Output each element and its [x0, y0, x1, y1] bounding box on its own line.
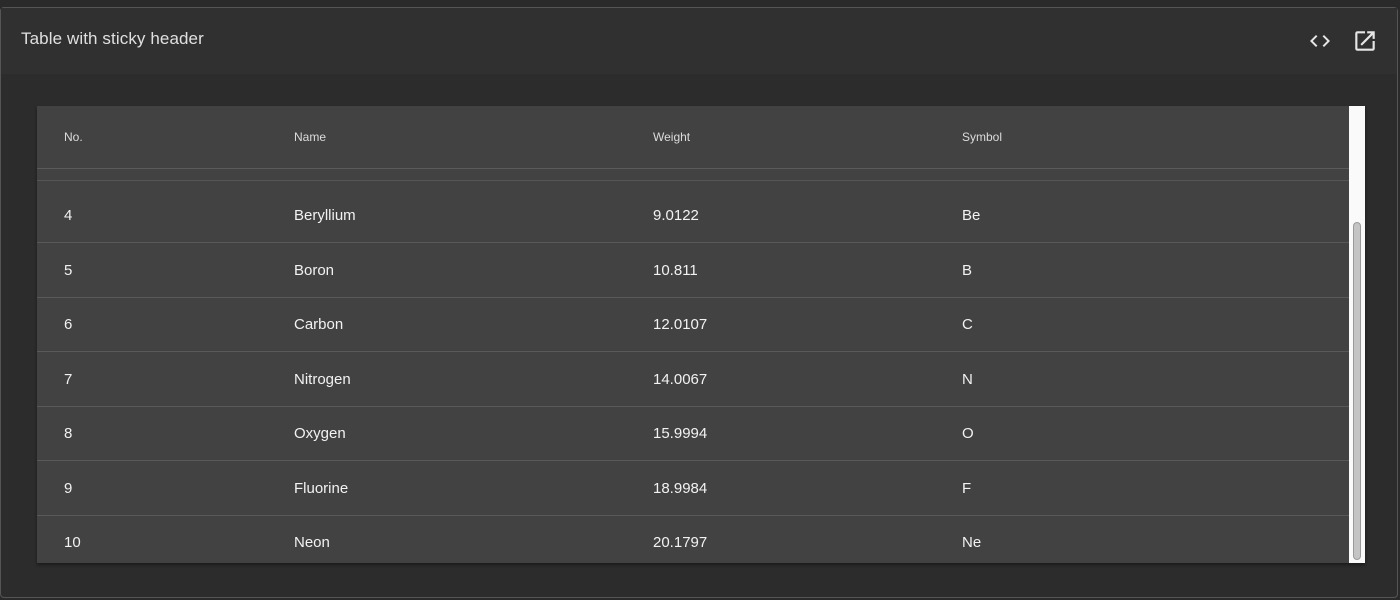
cell-symbol: Ne	[962, 534, 982, 551]
cell-position: 4	[64, 207, 73, 224]
cell-symbol: Be	[962, 207, 981, 224]
view-code-button[interactable]	[1305, 26, 1335, 56]
cell-name: Beryllium	[294, 207, 356, 224]
table-row[interactable]: 5 Boron 10.811 B	[37, 244, 1349, 298]
cell-weight: 15.9994	[653, 425, 708, 442]
cell-weight: 12.0107	[653, 316, 708, 333]
cell-symbol: C	[962, 316, 973, 333]
table-row[interactable]: 7 Nitrogen 14.0067 N	[37, 353, 1349, 407]
cell-symbol: N	[962, 371, 973, 388]
column-header-symbol[interactable]: Symbol	[962, 130, 1002, 144]
open-in-new-button[interactable]	[1350, 26, 1380, 56]
open-in-new-icon	[1355, 31, 1375, 51]
cell-position: 9	[64, 480, 73, 497]
cell-name: Oxygen	[294, 425, 346, 442]
table-row[interactable]: 4 Beryllium 9.0122 Be	[37, 189, 1349, 243]
cell-weight: 20.1797	[653, 534, 708, 551]
sticky-table-header: No. Name Weight Symbol	[37, 106, 1349, 169]
scrollbar-thumb[interactable]	[1353, 222, 1361, 560]
card-title: Table with sticky header	[21, 29, 204, 48]
cell-name: Neon	[294, 534, 330, 551]
cell-weight: 14.0067	[653, 371, 708, 388]
vertical-scrollbar[interactable]	[1349, 106, 1365, 563]
scrolled-row-divider	[37, 180, 1349, 181]
card-header: Table with sticky header	[1, 8, 1397, 74]
column-header-no[interactable]: No.	[64, 130, 83, 144]
cell-symbol: F	[962, 480, 972, 497]
table-row[interactable]: 6 Carbon 12.0107 C	[37, 298, 1349, 352]
cell-position: 7	[64, 371, 73, 388]
cell-name: Carbon	[294, 316, 344, 333]
table-row[interactable]: 9 Fluorine 18.9984 F	[37, 462, 1349, 516]
cell-name: Boron	[294, 262, 335, 279]
cell-position: 10	[64, 534, 81, 551]
code-icon	[1310, 35, 1330, 47]
column-header-name[interactable]: Name	[294, 130, 326, 144]
cell-weight: 9.0122	[653, 207, 699, 224]
column-header-weight[interactable]: Weight	[653, 130, 690, 144]
example-card: Table with sticky header 4 Beryllium 9.0…	[0, 7, 1398, 598]
cell-symbol: B	[962, 262, 973, 279]
cell-name: Fluorine	[294, 480, 349, 497]
cell-position: 5	[64, 262, 73, 279]
cell-symbol: O	[962, 425, 974, 442]
cell-position: 6	[64, 316, 73, 333]
cell-weight: 18.9984	[653, 480, 708, 497]
cell-position: 8	[64, 425, 73, 442]
cell-weight: 10.811	[653, 262, 698, 279]
table-scroll-container[interactable]: 4 Beryllium 9.0122 Be 5 Boron 10.811 B 6…	[37, 106, 1365, 563]
cell-name: Nitrogen	[294, 371, 351, 388]
table-row[interactable]: 8 Oxygen 15.9994 O	[37, 407, 1349, 461]
table-row[interactable]: 10 Neon 20.1797 Ne	[37, 516, 1349, 563]
